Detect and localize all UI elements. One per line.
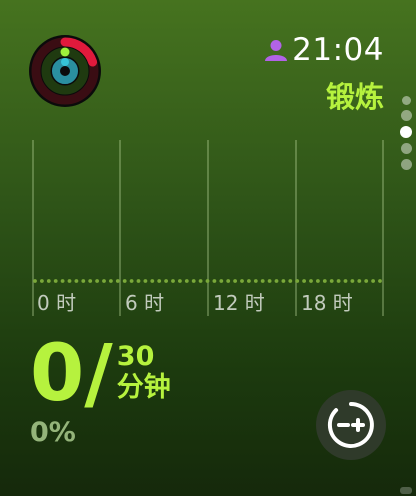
- person-icon: [265, 40, 288, 61]
- chart-baseline-dot: [143, 279, 148, 283]
- clock-time: 21:04: [292, 32, 384, 68]
- activity-rings[interactable]: [28, 34, 102, 108]
- page-dot: [400, 143, 412, 154]
- page-dot-active: [400, 126, 412, 138]
- page-dot: [400, 110, 412, 121]
- chart-baseline-dot: [95, 279, 99, 283]
- chart-baseline-dot: [60, 279, 65, 283]
- goal-separator: /: [84, 329, 113, 419]
- chart-baseline-dot: [122, 279, 127, 283]
- activity-rings-icon: [29, 35, 101, 107]
- page-dot: [400, 159, 412, 170]
- chart-baseline-dot: [40, 279, 44, 283]
- chart-baseline-dot: [184, 279, 189, 283]
- chart-baseline-dot: [274, 279, 279, 283]
- chart-baseline-dot: [171, 279, 175, 283]
- goal-percent: 0%: [30, 417, 76, 448]
- chart-baseline-dot: [33, 279, 37, 283]
- chart-baseline-dot: [316, 279, 320, 283]
- exercise-current-value: 0: [30, 329, 85, 419]
- page-indicator[interactable]: [400, 96, 412, 170]
- chart-baseline-dot: [260, 279, 265, 283]
- chart-baseline-dot: [191, 279, 196, 283]
- chart-baseline-dot: [81, 279, 86, 283]
- chart-baseline-dot: [46, 279, 51, 283]
- chart-baseline-dot: [336, 279, 341, 283]
- chart-baseline-dot: [102, 279, 106, 283]
- chart-baseline-dot: [150, 279, 155, 283]
- chart-baseline-dot: [288, 279, 293, 283]
- screen-title: 锻炼: [325, 80, 384, 114]
- chart-baseline-dot: [212, 279, 217, 283]
- chart-baseline-dot: [205, 279, 210, 283]
- chart-baseline-dot: [364, 279, 369, 283]
- chart-baseline-dot: [240, 279, 244, 283]
- chart-baseline-dot: [329, 279, 334, 283]
- chart-baseline-dot: [343, 279, 348, 283]
- chart-baseline-dot: [74, 279, 79, 283]
- chart-baseline-dot: [371, 279, 375, 283]
- chart-baseline-dot: [247, 279, 251, 283]
- chart-baseline-dot: [219, 279, 224, 283]
- goal-target: 30 分钟: [117, 342, 171, 404]
- chart-baseline-dot: [281, 279, 286, 283]
- chart-baseline-dot: [178, 279, 182, 283]
- status-bar: 21:04: [264, 32, 384, 68]
- chart-baseline-dot: [357, 279, 362, 283]
- hourly-chart-svg: 0 时 6 时 12 时 18 时: [32, 140, 384, 316]
- chart-baseline-dot: [302, 279, 306, 283]
- adjust-goal-button[interactable]: [316, 390, 386, 460]
- chart-baseline-dot: [115, 279, 120, 283]
- chart-tick-label: 0 时: [37, 291, 76, 315]
- chart-baseline-dot: [233, 279, 238, 283]
- goal-target-value: 30: [116, 341, 155, 372]
- chart-baseline-dot: [322, 279, 327, 283]
- chart-baseline-dot: [378, 279, 382, 283]
- chart-baseline-dot: [136, 279, 141, 283]
- chart-baseline-dot: [253, 279, 258, 283]
- chart-baseline-dot: [53, 279, 58, 283]
- chart-baseline-dot: [157, 279, 162, 283]
- chart-baseline-dot: [309, 279, 313, 283]
- chart-baseline-dot: [198, 279, 203, 283]
- corner-indicator: [400, 487, 412, 494]
- chart-tick-label: 18 时: [301, 291, 353, 315]
- chart-baseline-dot: [164, 279, 169, 283]
- chart-baseline-dot: [350, 279, 355, 283]
- minus-plus-icon: [327, 402, 374, 448]
- chart-baseline-dot: [226, 279, 231, 283]
- chart-tick-label: 6 时: [125, 291, 164, 315]
- chart-baseline-dot: [88, 279, 93, 283]
- exercise-goal: 0 / 30 分钟: [30, 334, 171, 414]
- chart-baseline-dot: [67, 279, 72, 283]
- page-dot: [401, 96, 411, 105]
- chart-tick-label: 12 时: [213, 291, 265, 315]
- chart-baseline-dot: [129, 279, 134, 283]
- hourly-chart: 0 时 6 时 12 时 18 时: [32, 140, 384, 316]
- chart-baseline-dot: [267, 279, 272, 283]
- chart-baseline-dot: [295, 279, 300, 283]
- goal-unit: 分钟: [116, 372, 171, 403]
- chart-baseline-dot: [109, 279, 113, 283]
